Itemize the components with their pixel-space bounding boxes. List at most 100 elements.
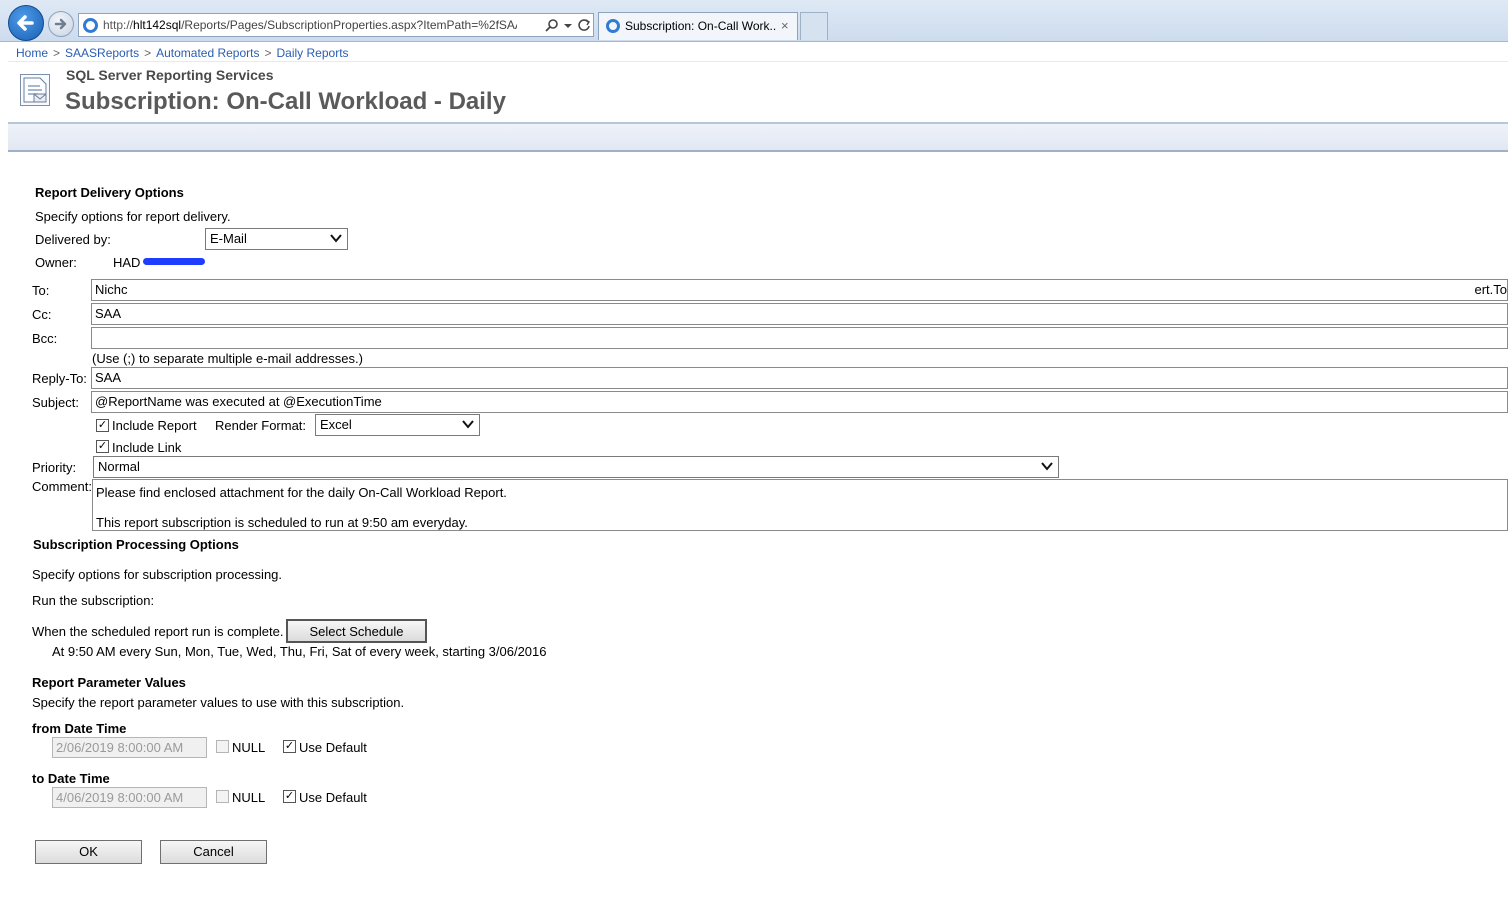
param-label-from: from Date Time bbox=[32, 721, 127, 736]
report-subscription-icon bbox=[20, 74, 50, 106]
breadcrumb-separator: > bbox=[144, 46, 152, 60]
forward-arrow-icon bbox=[54, 18, 67, 30]
include-link-label: Include Link bbox=[112, 440, 182, 455]
param-from-null-label: NULL bbox=[232, 740, 266, 755]
chevron-down-icon bbox=[462, 420, 474, 429]
parameters-description: Specify the report parameter values to u… bbox=[32, 695, 405, 710]
address-tools bbox=[543, 16, 593, 34]
comment-line-1: Please find enclosed attachment for the … bbox=[96, 485, 507, 500]
schedule-description: At 9:50 AM every Sun, Mon, Tue, Wed, Thu… bbox=[52, 644, 547, 659]
app-name: SQL Server Reporting Services bbox=[66, 67, 274, 83]
browser-tab[interactable]: Subscription: On-Call Work... × bbox=[598, 12, 798, 40]
param-to-default-label: Use Default bbox=[299, 790, 367, 805]
subject-label: Subject: bbox=[32, 395, 79, 410]
chevron-down-icon bbox=[330, 234, 342, 243]
render-format-select[interactable]: Excel bbox=[315, 414, 480, 436]
reply-to-value: SAA bbox=[95, 370, 122, 385]
redaction-scribble bbox=[143, 258, 205, 265]
checkmark-icon: ✓ bbox=[97, 419, 108, 431]
owner-label: Owner: bbox=[35, 255, 77, 270]
owner-value: HAD bbox=[113, 255, 141, 270]
include-link-checkbox[interactable]: ✓ bbox=[96, 440, 109, 453]
param-from-default-label: Use Default bbox=[299, 740, 367, 755]
chevron-down-icon bbox=[1041, 462, 1053, 471]
ie-page-icon bbox=[83, 18, 98, 33]
delivered-by-select[interactable]: E-Mail bbox=[205, 228, 348, 250]
parameters-heading: Report Parameter Values bbox=[32, 675, 186, 690]
param-to-value: 4/06/2019 8:00:00 AM bbox=[56, 790, 184, 805]
priority-select[interactable]: Normal bbox=[93, 456, 1059, 478]
select-schedule-button[interactable]: Select Schedule bbox=[286, 619, 427, 643]
subject-value: @ReportName was executed at @ExecutionTi… bbox=[95, 394, 382, 409]
ok-button[interactable]: OK bbox=[35, 840, 142, 864]
breadcrumb-links: Home > SAASReports > Automated Reports > Daily… bbox=[16, 45, 349, 60]
cc-label: Cc: bbox=[32, 307, 52, 322]
include-report-checkbox[interactable]: ✓ bbox=[96, 419, 109, 432]
reply-to-field[interactable]: SAA bbox=[91, 367, 1508, 389]
page-title: Subscription: On-Call Workload - Daily bbox=[65, 88, 506, 115]
url-text[interactable]: http://hlt142sql/Reports/Pages/Subscript… bbox=[103, 18, 517, 32]
run-subscription-label: Run the subscription: bbox=[32, 593, 155, 608]
breadcrumb-separator: > bbox=[53, 46, 61, 60]
forward-button[interactable] bbox=[48, 11, 74, 37]
param-to-null-label: NULL bbox=[232, 790, 266, 805]
search-icon[interactable] bbox=[545, 18, 559, 32]
cancel-button[interactable]: Cancel bbox=[160, 840, 267, 864]
param-to-null-checkbox bbox=[216, 790, 229, 803]
param-from-default-checkbox[interactable]: ✓ bbox=[283, 740, 296, 753]
comment-textarea[interactable]: Please find enclosed attachment for the … bbox=[92, 479, 1508, 531]
breadcrumb-automated-reports[interactable]: Automated Reports bbox=[156, 46, 259, 60]
breadcrumb-saasreports[interactable]: SAASReports bbox=[65, 46, 139, 60]
param-to-default-checkbox[interactable]: ✓ bbox=[283, 790, 296, 803]
param-label-to: to Date Time bbox=[32, 771, 110, 786]
processing-heading: Subscription Processing Options bbox=[33, 537, 239, 552]
tab-title: Subscription: On-Call Work... bbox=[625, 19, 777, 33]
param-from-input: 2/06/2019 8:00:00 AM bbox=[52, 737, 207, 758]
breadcrumb-separator: > bbox=[264, 46, 272, 60]
param-to-input: 4/06/2019 8:00:00 AM bbox=[52, 787, 207, 808]
breadcrumb: Home > SAASReports > Automated Reports > Daily… bbox=[8, 42, 1508, 62]
cc-value: SAA bbox=[95, 306, 122, 321]
browser-chrome: http://hlt142sql/Reports/Pages/Subscript… bbox=[0, 0, 1508, 42]
url-prefix: http:// bbox=[103, 18, 134, 32]
tab-close-icon[interactable]: × bbox=[781, 18, 789, 33]
checkmark-icon: ✓ bbox=[284, 740, 295, 752]
toolbar-band bbox=[8, 124, 1508, 152]
cc-field[interactable]: SAA bbox=[91, 303, 1508, 325]
bcc-label: Bcc: bbox=[32, 331, 58, 346]
reply-to-label: Reply-To: bbox=[32, 371, 87, 386]
bcc-field[interactable] bbox=[91, 327, 1508, 349]
to-value: Nichc bbox=[95, 282, 128, 297]
breadcrumb-home[interactable]: Home bbox=[16, 46, 48, 60]
priority-label: Priority: bbox=[32, 460, 77, 475]
param-from-value: 2/06/2019 8:00:00 AM bbox=[56, 740, 184, 755]
delivery-heading: Report Delivery Options bbox=[35, 185, 184, 200]
back-button[interactable] bbox=[8, 5, 44, 41]
delivered-by-value: E-Mail bbox=[210, 231, 247, 246]
run-when-label: When the scheduled report run is complet… bbox=[32, 624, 284, 639]
to-value-tail: ert.To bbox=[1472, 282, 1507, 297]
refresh-icon[interactable] bbox=[577, 18, 591, 32]
subject-field[interactable]: @ReportName was executed at @ExecutionTi… bbox=[91, 391, 1508, 413]
comment-line-2: This report subscription is scheduled to… bbox=[96, 515, 468, 530]
delivered-by-label: Delivered by: bbox=[35, 232, 111, 247]
processing-description: Specify options for subscription process… bbox=[32, 567, 283, 582]
to-label: To: bbox=[32, 283, 50, 298]
render-format-label: Render Format: bbox=[215, 418, 307, 433]
address-bar[interactable]: http://hlt142sql/Reports/Pages/Subscript… bbox=[78, 13, 594, 37]
breadcrumb-daily-reports[interactable]: Daily Reports bbox=[277, 46, 349, 60]
param-from-null-checkbox bbox=[216, 740, 229, 753]
delivery-description: Specify options for report delivery. bbox=[35, 209, 231, 224]
back-arrow-icon bbox=[17, 15, 34, 31]
ie-tab-icon bbox=[606, 19, 620, 33]
render-format-value: Excel bbox=[320, 417, 352, 432]
dropdown-arrow-icon[interactable] bbox=[563, 21, 573, 31]
checkmark-icon: ✓ bbox=[97, 440, 108, 452]
url-path: /Reports/Pages/SubscriptionProperties.as… bbox=[181, 18, 517, 32]
include-report-label: Include Report bbox=[112, 418, 197, 433]
checkmark-icon: ✓ bbox=[284, 790, 295, 802]
url-domain: hlt142sql bbox=[133, 18, 182, 32]
priority-value: Normal bbox=[98, 459, 140, 474]
new-tab-button[interactable] bbox=[800, 12, 828, 40]
to-field[interactable]: Nichc ert.To bbox=[91, 279, 1508, 301]
